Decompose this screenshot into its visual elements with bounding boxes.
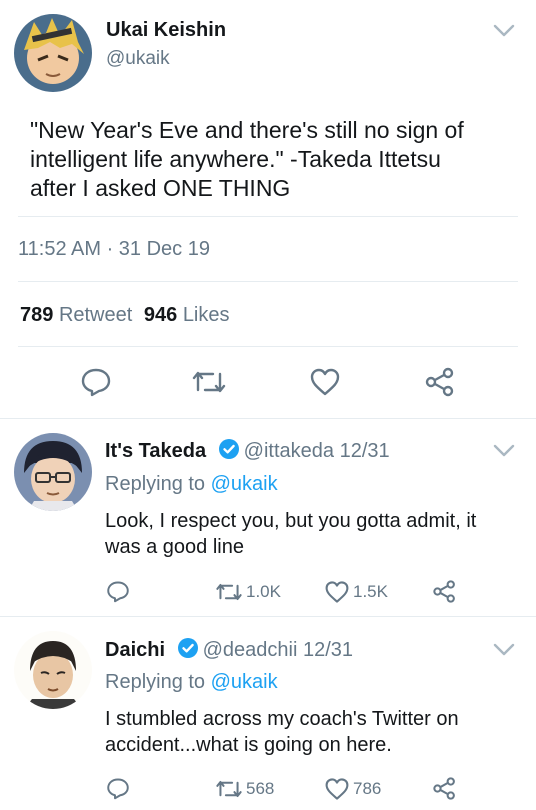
like-icon[interactable] — [309, 367, 341, 402]
divider — [18, 281, 518, 282]
replying-to-line: Replying to @ukaik — [105, 473, 278, 496]
retweet-icon[interactable] — [191, 368, 227, 401]
reply-icon[interactable] — [106, 777, 130, 800]
retweet-icon — [215, 778, 243, 800]
reply-icon[interactable] — [80, 367, 112, 402]
main-tweet-text: "New Year's Eve and there's still no sig… — [30, 116, 464, 203]
replying-to-line: Replying to @ukaik — [105, 671, 278, 694]
reply-date[interactable]: 12/31 — [303, 639, 353, 661]
reply-display-name[interactable]: It's Takeda — [105, 440, 206, 462]
retweet-count: 568 — [246, 779, 275, 798]
reply-handle[interactable]: @deadchii — [203, 639, 298, 661]
chevron-down-icon[interactable] — [493, 643, 515, 657]
main-display-name[interactable]: Ukai Keishin — [106, 19, 226, 42]
reply-text-line-2: accident...what is going on here. — [105, 734, 392, 756]
like-icon — [324, 580, 350, 604]
reply-header: Daichi @deadchii 12/31 — [105, 637, 353, 665]
avatar-daichi[interactable] — [14, 631, 92, 709]
avatar-takeda[interactable] — [14, 433, 92, 511]
reply-header: It's Takeda @ittakeda 12/31 — [105, 438, 390, 466]
reply-text: Look, I respect you, but you gotta admit… — [105, 508, 476, 560]
retweet-label[interactable]: Retweet — [59, 304, 132, 326]
avatar-ukai[interactable] — [14, 14, 92, 92]
engagement-stats: 789 Retweet 946 Likes — [20, 304, 230, 327]
reply-icon[interactable] — [106, 580, 130, 603]
replying-to-prefix: Replying to — [105, 473, 206, 495]
retweet-count: 1.0K — [246, 582, 281, 601]
reply-date[interactable]: 12/31 — [340, 440, 390, 462]
replying-to-prefix: Replying to — [105, 671, 206, 693]
like-button[interactable]: 1.5K — [324, 580, 388, 604]
likes-label[interactable]: Likes — [183, 304, 230, 326]
verified-badge-icon — [177, 637, 199, 665]
main-tweet-text-line-3: after I asked ONE THING — [30, 175, 291, 201]
retweet-icon — [215, 581, 243, 603]
likes-count[interactable]: 946 — [144, 304, 177, 326]
reply-text: I stumbled across my coach's Twitter on … — [105, 706, 459, 758]
verified-badge-icon — [218, 438, 240, 466]
main-handle[interactable]: @ukaik — [106, 48, 170, 70]
like-count: 786 — [353, 779, 382, 798]
main-tweet-text-line-1: "New Year's Eve and there's still no sig… — [30, 117, 464, 143]
divider — [18, 346, 518, 347]
divider — [0, 418, 536, 419]
share-icon[interactable] — [432, 776, 457, 801]
retweet-button[interactable]: 1.0K — [215, 581, 281, 603]
like-count: 1.5K — [353, 582, 388, 601]
chevron-down-icon[interactable] — [493, 444, 515, 458]
retweet-count[interactable]: 789 — [20, 304, 53, 326]
reply-text-line-1: I stumbled across my coach's Twitter on — [105, 708, 459, 730]
replying-to-link[interactable]: @ukaik — [211, 473, 278, 495]
like-button[interactable]: 786 — [324, 777, 381, 801]
reply-text-line-1: Look, I respect you, but you gotta admit… — [105, 510, 477, 532]
reply-text-line-2: was a good line — [105, 536, 244, 558]
share-icon[interactable] — [432, 579, 457, 604]
share-icon[interactable] — [424, 366, 456, 403]
retweet-button[interactable]: 568 — [215, 778, 274, 800]
divider — [0, 616, 536, 617]
reply-handle[interactable]: @ittakeda — [244, 440, 334, 462]
divider — [18, 216, 518, 217]
reply-display-name[interactable]: Daichi — [105, 639, 165, 661]
replying-to-link[interactable]: @ukaik — [211, 671, 278, 693]
main-timestamp[interactable]: 11:52 AM · 31 Dec 19 — [18, 238, 210, 261]
like-icon — [324, 777, 350, 801]
chevron-down-icon[interactable] — [493, 24, 515, 38]
main-tweet-text-line-2: intelligent life anywhere." -Takeda Itte… — [30, 146, 441, 172]
